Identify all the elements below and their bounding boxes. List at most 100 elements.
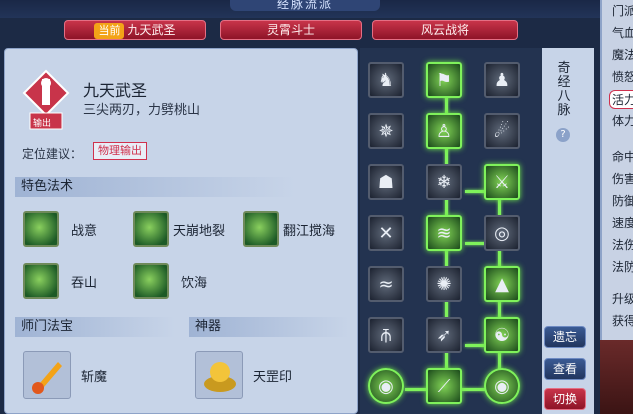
meridian-node[interactable]: ➶ bbox=[426, 317, 462, 353]
meridian-node[interactable]: ✵ bbox=[368, 113, 404, 149]
help-icon[interactable]: ? bbox=[556, 128, 570, 142]
tab-current-sect[interactable]: 当前 九天武圣 bbox=[64, 20, 206, 40]
mountain-crack-icon bbox=[133, 211, 169, 247]
spiral-icon: ◎ bbox=[494, 222, 510, 244]
flame-sword-icon bbox=[23, 351, 71, 399]
role-label: 定位建议： bbox=[22, 147, 83, 161]
tab-label: 灵霄斗士 bbox=[266, 23, 315, 37]
treasure-name: 斩魔 bbox=[81, 369, 108, 385]
skill-tunshan[interactable]: 吞山 bbox=[23, 263, 97, 299]
stat-label: 门派 bbox=[612, 4, 633, 18]
skill-zhanyi[interactable]: 战意 bbox=[23, 211, 97, 247]
skill-name: 天崩地裂 bbox=[173, 223, 226, 239]
treasure-item[interactable]: 斩魔 bbox=[23, 351, 107, 399]
comet-icon: ☄ bbox=[493, 120, 511, 142]
sect-name: 九天武圣 bbox=[83, 81, 148, 100]
stat-label: 气血 bbox=[612, 26, 633, 40]
artifact-header: 神器 bbox=[189, 317, 349, 337]
meridian-node[interactable]: ♙ bbox=[426, 113, 462, 149]
meridian-grid: ♞ ⚑ ♟ ✵ ♙ ☄ ☗ ❄ ⚔ ✕ ≋ ◎ ≈ ✺ ▲ ⫚ ➶ ☯ ◉ ⟋ ◉ bbox=[360, 48, 542, 414]
meridian-node[interactable]: ◉ bbox=[484, 368, 520, 404]
swirl-orb-icon: ◉ bbox=[378, 375, 394, 397]
role-badge: 物理输出 bbox=[93, 142, 147, 160]
golden-seal-icon bbox=[195, 351, 243, 399]
meridian-sidebar: 奇经八脉 ? 遗忘 查看 切换 bbox=[542, 48, 594, 414]
wind-blades-icon: ≋ bbox=[436, 222, 452, 244]
stat-label: 法伤 bbox=[612, 238, 633, 252]
emblem-label: 输出 bbox=[33, 119, 52, 129]
view-button[interactable]: 查看 bbox=[544, 358, 586, 380]
snowflake-icon: ❄ bbox=[436, 171, 452, 193]
sect-info-panel: 输出 九天武圣 三尖两刃，力劈桃山 定位建议： 物理输出 特色法术 战意 天崩地… bbox=[4, 48, 358, 414]
meridian-node[interactable]: ≈ bbox=[368, 266, 404, 302]
meditation-icon: ☯ bbox=[493, 324, 511, 346]
stat-label: 获得 bbox=[612, 314, 633, 328]
tab-fengyun[interactable]: 风云战将 bbox=[372, 20, 518, 40]
flexing-figure-icon: ☗ bbox=[377, 171, 395, 193]
spear-icon: ➶ bbox=[436, 324, 452, 346]
meridian-node[interactable]: ▲ bbox=[484, 266, 520, 302]
skill-tianbeng[interactable]: 天崩地裂 bbox=[133, 211, 225, 247]
swirl-icon bbox=[23, 211, 59, 247]
stat-label: 愤怒 bbox=[612, 70, 633, 84]
meridian-node[interactable]: ⚑ bbox=[426, 62, 462, 98]
flame-waves-icon: ≈ bbox=[378, 273, 394, 295]
window-title: 经脉流派 bbox=[230, 0, 380, 11]
special-spells-header: 特色法术 bbox=[15, 177, 295, 197]
swirl-orb-icon: ◉ bbox=[494, 375, 510, 397]
tab-label: 风云战将 bbox=[420, 23, 469, 37]
meridian-node[interactable]: ⟋ bbox=[426, 368, 462, 404]
tab-label: 九天武圣 bbox=[127, 23, 176, 37]
sect-motto: 三尖两刃，力劈桃山 bbox=[83, 103, 201, 118]
meridian-node[interactable]: ☄ bbox=[484, 113, 520, 149]
current-badge: 当前 bbox=[94, 23, 125, 39]
scene-background bbox=[600, 340, 633, 414]
whirlpool-icon bbox=[133, 263, 169, 299]
artifact-name: 天罡印 bbox=[253, 369, 293, 385]
skill-name: 吞山 bbox=[71, 275, 98, 291]
character-stats-panel: 门派 气血 魔法 愤怒 活力 体力 命中 伤害 防御 速度 法伤 法防 升级 获得 bbox=[600, 0, 633, 340]
meridian-node[interactable]: ❄ bbox=[426, 164, 462, 200]
meridian-node[interactable]: ⚔ bbox=[484, 164, 520, 200]
meridian-node[interactable]: ◉ bbox=[368, 368, 404, 404]
stat-label: 活力 bbox=[609, 90, 633, 109]
skill-name: 战意 bbox=[71, 223, 98, 239]
stat-label: 命中 bbox=[612, 150, 633, 164]
stat-label: 防御 bbox=[612, 194, 633, 208]
meridian-node[interactable]: ≋ bbox=[426, 215, 462, 251]
skill-name: 饮海 bbox=[181, 275, 208, 291]
sunburst-icon: ✺ bbox=[436, 273, 452, 295]
treasure-header: 师门法宝 bbox=[15, 317, 175, 337]
crossed-blades-icon: ✕ bbox=[378, 222, 394, 244]
claw-icon: ⟋ bbox=[437, 375, 451, 397]
skill-yinhai[interactable]: 饮海 bbox=[133, 263, 207, 299]
dragon-icon: ⚔ bbox=[493, 171, 511, 193]
trident-icon: ⫚ bbox=[380, 324, 392, 346]
stat-label: 升级 bbox=[612, 292, 633, 306]
vortex-icon: ✵ bbox=[378, 120, 394, 142]
skill-name: 翻江搅海 bbox=[283, 223, 336, 239]
switch-button[interactable]: 切换 bbox=[544, 388, 586, 410]
meridian-node[interactable]: ✺ bbox=[426, 266, 462, 302]
meridian-node[interactable]: ◎ bbox=[484, 215, 520, 251]
stat-label: 速度 bbox=[612, 216, 633, 230]
banner-icon: ⚑ bbox=[435, 69, 453, 91]
meridian-node[interactable]: ✕ bbox=[368, 215, 404, 251]
meridian-node[interactable]: ⫚ bbox=[368, 317, 404, 353]
forget-button[interactable]: 遗忘 bbox=[544, 326, 586, 348]
artifact-item[interactable]: 天罡印 bbox=[195, 351, 292, 399]
meridian-node[interactable]: ☗ bbox=[368, 164, 404, 200]
title-bar: 经脉流派 bbox=[0, 0, 600, 18]
tab-lingxiao[interactable]: 灵霄斗士 bbox=[220, 20, 362, 40]
warrior-icon: ♟ bbox=[493, 69, 511, 91]
stat-label: 伤害 bbox=[612, 172, 633, 186]
wave-icon bbox=[243, 211, 279, 247]
stat-label: 体力 bbox=[612, 114, 633, 128]
peak-icon: ▲ bbox=[495, 273, 509, 295]
skill-fanjiang[interactable]: 翻江搅海 bbox=[243, 211, 335, 247]
meridian-node[interactable]: ☯ bbox=[484, 317, 520, 353]
meridian-node[interactable]: ♟ bbox=[484, 62, 520, 98]
armored-figure-icon: ♞ bbox=[377, 69, 395, 91]
meridian-node[interactable]: ♞ bbox=[368, 62, 404, 98]
silhouette-icon: ♙ bbox=[435, 120, 453, 142]
